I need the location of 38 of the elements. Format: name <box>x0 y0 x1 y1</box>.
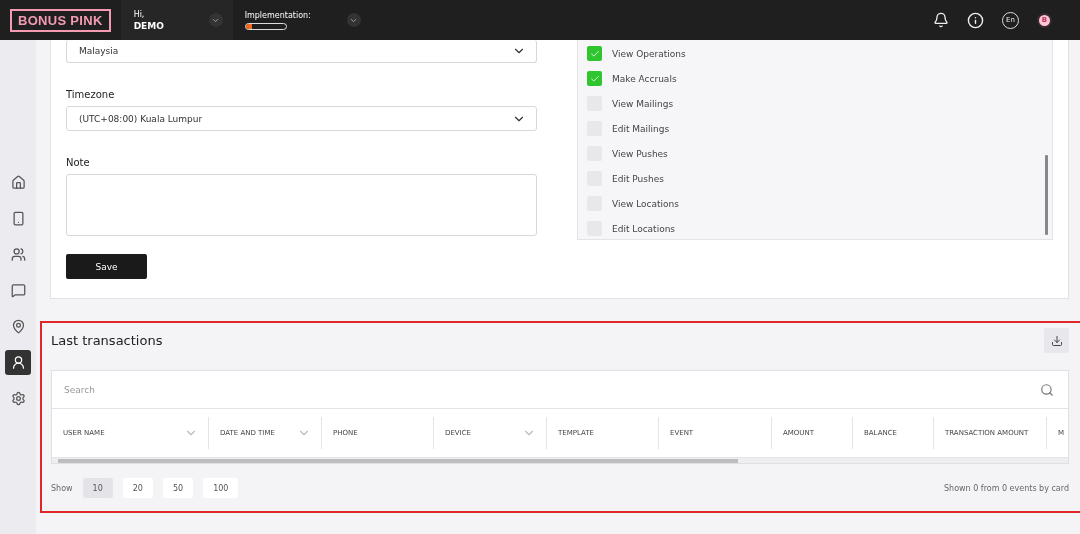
note-label: Note <box>66 157 91 168</box>
check-icon <box>589 48 600 59</box>
permission-label: Edit Mailings <box>612 123 670 134</box>
permission-label: View Locations <box>612 198 679 209</box>
implementation-menu-button[interactable] <box>346 13 361 27</box>
country-select[interactable]: Malaysia <box>66 40 537 63</box>
section-title: Last transactions <box>51 333 163 348</box>
download-icon <box>1050 334 1063 347</box>
permission-label: View Pushes <box>612 148 668 159</box>
search-icon[interactable] <box>1040 382 1054 397</box>
checkbox[interactable] <box>587 46 602 61</box>
check-icon <box>589 73 600 84</box>
permission-label: Edit Locations <box>612 223 676 234</box>
save-button[interactable]: Save <box>66 254 147 279</box>
user-name: DEMO <box>133 20 164 31</box>
user-menu-button[interactable] <box>208 13 223 27</box>
implementation-label: Implementation: <box>244 10 311 20</box>
note-field[interactable] <box>66 174 537 236</box>
scrollbar-thumb[interactable] <box>58 459 738 463</box>
page-size-button[interactable]: 20 <box>122 478 153 498</box>
page-size-button[interactable]: 100 <box>203 478 239 498</box>
permission-label: View Operations <box>612 48 686 59</box>
page-size-button[interactable]: 10 <box>82 478 113 498</box>
permission-label: Make Accruals <box>612 73 677 84</box>
timezone-select[interactable]: (UTC+08:00) Kuala Lumpur <box>66 106 537 131</box>
download-button[interactable] <box>1044 328 1069 353</box>
results-summary: Shown 0 from 0 events by card <box>944 483 1069 493</box>
permission-label: View Mailings <box>612 98 674 109</box>
user-nav-icon[interactable] <box>5 350 31 375</box>
notifications-icon[interactable] <box>933 12 949 28</box>
info-icon[interactable] <box>967 11 984 29</box>
show-label: Show <box>51 483 73 493</box>
page-size-button[interactable]: 50 <box>162 478 194 498</box>
checkbox[interactable] <box>587 71 602 86</box>
timezone-label: Timezone <box>66 89 116 100</box>
logo: BONUS PINK <box>10 8 111 32</box>
permission-label: Edit Pushes <box>612 173 664 184</box>
greeting: Hi, <box>133 9 146 19</box>
